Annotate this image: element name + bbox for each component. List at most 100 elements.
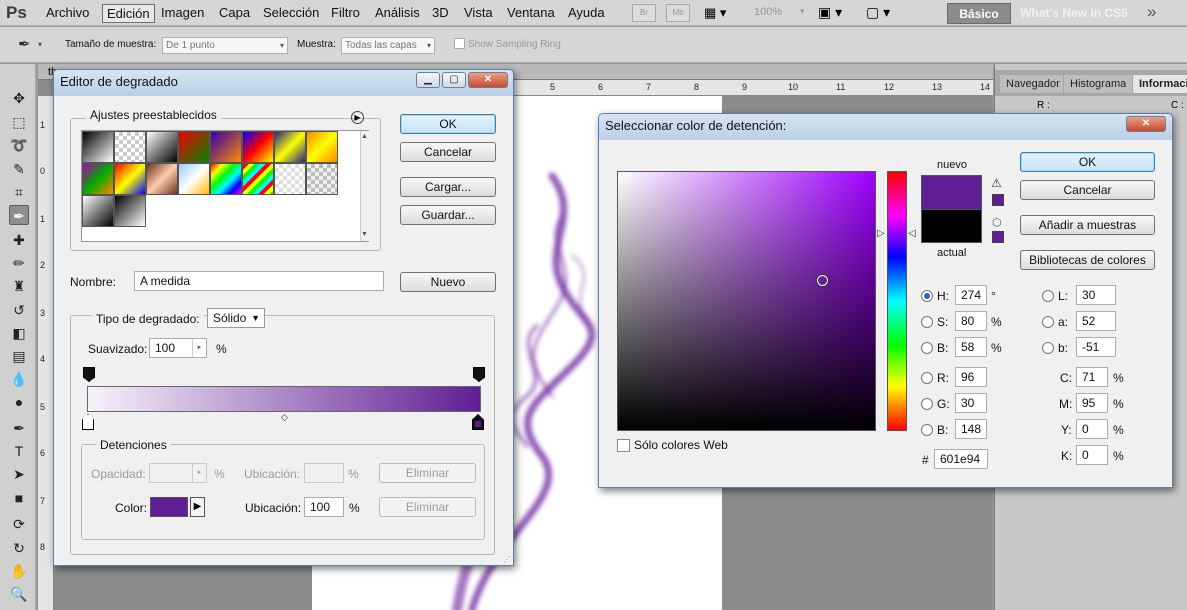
zoom-tool-icon[interactable]: 🔍 [9, 584, 29, 604]
menu-edicion[interactable]: Edición [102, 4, 155, 23]
menu-seleccion[interactable]: Selección [259, 4, 323, 23]
add-to-swatches-button[interactable]: Añadir a muestras [1020, 215, 1155, 235]
s-radio[interactable] [921, 316, 933, 328]
color-location-field[interactable]: 100 [304, 497, 344, 517]
gradient-type-select[interactable]: Sólido ▼ [207, 308, 265, 328]
screen-mode-icon[interactable]: ▢ ▾ [866, 4, 890, 21]
blur-tool-icon[interactable]: 💧 [9, 369, 29, 389]
load-button[interactable]: Cargar... [400, 177, 496, 197]
preset-swatch[interactable] [178, 131, 210, 163]
r-field[interactable]: 96 [955, 367, 987, 387]
k-field[interactable]: 0 [1076, 445, 1108, 465]
c-field[interactable]: 71 [1076, 367, 1108, 387]
preset-swatch[interactable] [82, 163, 114, 195]
preset-swatch[interactable] [114, 195, 146, 227]
slider-arrow-icon[interactable]: ▸ [192, 339, 206, 357]
pen-tool-icon[interactable]: ✒ [9, 418, 29, 438]
b-field[interactable]: 58 [955, 337, 987, 357]
menu-ayuda[interactable]: Ayuda [564, 4, 609, 23]
smoothness-field[interactable]: 100 ▸ [149, 338, 207, 358]
gradient-cancel-button[interactable]: Cancelar [400, 142, 496, 162]
preset-swatch[interactable] [82, 195, 114, 227]
g-radio[interactable] [921, 398, 933, 410]
picker-ok-button[interactable]: OK [1020, 152, 1155, 172]
a-field[interactable]: 52 [1076, 311, 1116, 331]
hex-field[interactable]: 601e94 [934, 449, 988, 469]
maximize-icon[interactable]: ▢ [442, 72, 466, 88]
more-workspaces-icon[interactable]: » [1147, 2, 1156, 22]
lab-b-field[interactable]: -51 [1076, 337, 1116, 357]
show-sampling-ring-checkbox[interactable] [454, 38, 465, 49]
scroll-up-icon[interactable]: ▲ [361, 133, 368, 140]
m-field[interactable]: 95 [1076, 393, 1108, 413]
menu-archivo[interactable]: Archivo [42, 4, 93, 23]
menu-filtro[interactable]: Filtro [327, 4, 364, 23]
midpoint-diamond-icon[interactable]: ◇ [281, 412, 288, 423]
presets-scrollbar[interactable]: ▲ ▼ [360, 131, 369, 241]
zoom-level[interactable]: 100% [754, 6, 782, 18]
b-radio[interactable] [921, 342, 933, 354]
name-field[interactable]: A medida [134, 271, 384, 291]
blue-radio[interactable] [921, 424, 933, 436]
web-safe-color-swatch[interactable] [992, 231, 1004, 243]
preset-swatch[interactable] [146, 131, 178, 163]
hue-slider[interactable] [887, 171, 907, 431]
hue-slider-left-arrow-icon[interactable]: ▷ [877, 228, 885, 239]
tab-navegador[interactable]: Navegador [999, 74, 1067, 94]
type-tool-icon[interactable]: T [9, 441, 29, 461]
brush-tool-icon[interactable]: ✏ [9, 253, 29, 273]
current-color-swatch[interactable] [921, 209, 982, 243]
gamut-color-swatch[interactable] [992, 194, 1004, 206]
blue-field[interactable]: 148 [955, 419, 987, 439]
slider-arrow-icon[interactable]: ▸ [192, 464, 206, 482]
menu-3d[interactable]: 3D [428, 4, 453, 23]
dodge-tool-icon[interactable]: ● [9, 392, 29, 412]
r-radio[interactable] [921, 372, 933, 384]
color-delete-button[interactable]: Eliminar [379, 497, 476, 517]
preset-swatch[interactable] [178, 163, 210, 195]
l-radio[interactable] [1042, 290, 1054, 302]
new-button[interactable]: Nuevo [400, 272, 496, 292]
move-tool-icon[interactable]: ✥ [9, 88, 29, 108]
minimize-icon[interactable]: ▁ [416, 72, 440, 88]
tool-preset-chevron-icon[interactable]: ▾ [38, 40, 42, 49]
presets-menu-icon[interactable]: ▶ [351, 111, 364, 124]
preset-swatch[interactable] [274, 163, 306, 195]
color-field[interactable] [617, 171, 876, 431]
crop-tool-icon[interactable]: ⌗ [9, 182, 29, 202]
hue-slider-right-arrow-icon[interactable]: ◁ [908, 228, 916, 239]
shape-tool-icon[interactable]: ■ [9, 488, 29, 508]
clone-stamp-tool-icon[interactable]: ♜ [9, 276, 29, 296]
menu-ventana[interactable]: Ventana [503, 4, 559, 23]
color-libraries-button[interactable]: Bibliotecas de colores [1020, 250, 1155, 270]
preset-swatch[interactable] [82, 131, 114, 163]
preset-swatch[interactable] [114, 131, 146, 163]
stop-color-swatch[interactable] [150, 497, 188, 517]
a-radio[interactable] [1042, 316, 1054, 328]
y-field[interactable]: 0 [1076, 419, 1108, 439]
resize-grip-icon[interactable]: ⋰ [503, 555, 511, 564]
tab-histograma[interactable]: Histograma [1063, 74, 1134, 94]
view-extras-icon[interactable]: ▦ ▾ [704, 5, 740, 22]
3d-rotate-tool-icon[interactable]: ⟳ [9, 514, 29, 534]
history-brush-tool-icon[interactable]: ↺ [9, 300, 29, 320]
lab-b-radio[interactable] [1042, 342, 1054, 354]
opacity-location-field[interactable] [304, 463, 344, 483]
preset-swatch[interactable] [306, 131, 338, 163]
menu-capa[interactable]: Capa [215, 4, 254, 23]
preset-swatch[interactable] [210, 131, 242, 163]
preset-swatch[interactable] [242, 131, 274, 163]
preset-swatch[interactable] [114, 163, 146, 195]
minibridge-button[interactable]: Mb [666, 4, 690, 22]
sample-layers-select[interactable]: Todas las capas ▾ [341, 37, 435, 54]
arrange-documents-icon[interactable]: ▣ ▾ [818, 4, 842, 21]
h-radio[interactable] [921, 290, 933, 302]
path-selection-tool-icon[interactable]: ➤ [9, 464, 29, 484]
lasso-tool-icon[interactable]: ➰ [9, 135, 29, 155]
save-button[interactable]: Guardar... [400, 205, 496, 225]
color-menu-icon[interactable]: ▶ [190, 497, 205, 517]
preset-swatch[interactable] [146, 163, 178, 195]
scroll-down-icon[interactable]: ▼ [361, 231, 368, 238]
preset-swatch[interactable] [274, 131, 306, 163]
h-field[interactable]: 274 [955, 285, 987, 305]
